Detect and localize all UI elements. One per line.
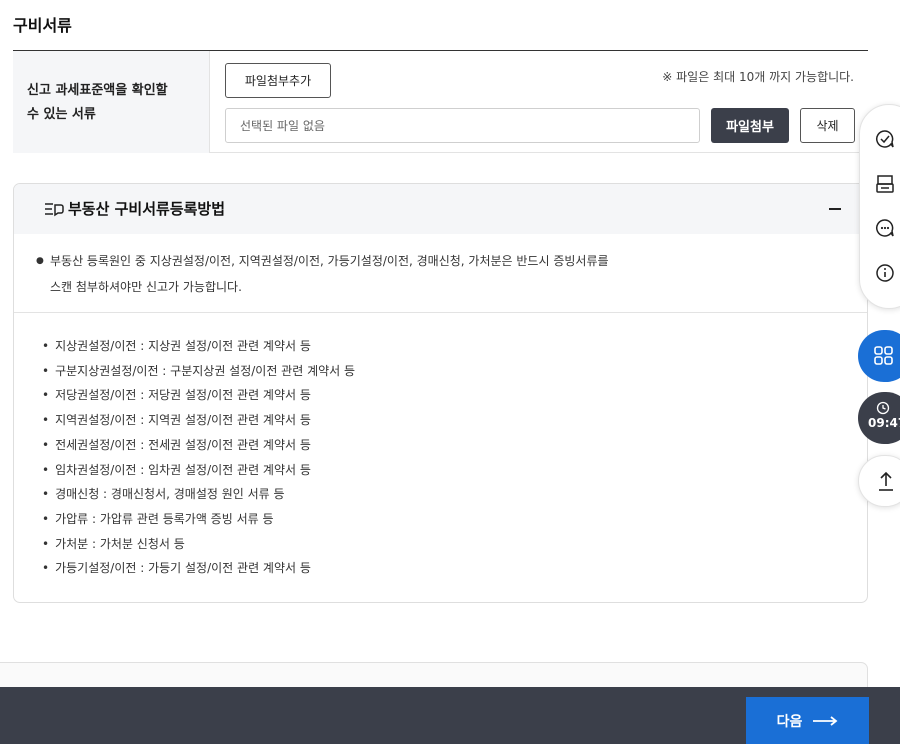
info-icon[interactable] bbox=[874, 262, 896, 284]
bullet-icon: • bbox=[42, 437, 50, 452]
bullet-icon: • bbox=[42, 561, 50, 576]
bullet-icon: • bbox=[42, 536, 50, 551]
bullet-icon: • bbox=[42, 413, 50, 428]
delete-file-button[interactable]: 삭제 bbox=[800, 108, 855, 143]
list-item: • 경매신청 : 경매신청서, 경매설정 원인 서류 등 bbox=[42, 487, 285, 502]
bullet-icon: • bbox=[42, 511, 50, 526]
clock-icon bbox=[876, 401, 890, 415]
guide-title: 부동산 구비서류등록방법 bbox=[68, 200, 226, 218]
chatbot-icon[interactable] bbox=[874, 217, 896, 239]
collapse-icon[interactable] bbox=[829, 208, 841, 210]
list-item: • 지상권설정/이전 : 지상권 설정/이전 관련 계약서 등 bbox=[42, 339, 311, 353]
next-button-label: 다음 bbox=[776, 713, 803, 730]
guide-note-line1: 부동산 등록원인 중 지상권설정/이전, 지역권설정/이전, 가등기설정/이전,… bbox=[50, 254, 609, 268]
list-item: • 구분지상권설정/이전 : 구분지상권 설정/이전 관련 계약서 등 bbox=[42, 363, 356, 378]
bullet-icon: • bbox=[42, 363, 50, 378]
list-item: • 임차권설정/이전 : 임차권 설정/이전 관련 계약서 등 bbox=[42, 462, 311, 477]
bottom-action-bar: 다음 bbox=[0, 687, 900, 744]
attach-file-button[interactable]: 파일첨부 bbox=[711, 108, 789, 143]
next-button[interactable]: 다음 bbox=[746, 697, 869, 744]
file-name-field[interactable]: 선택된 파일 없음 bbox=[225, 108, 700, 143]
attach-label-line1: 신고 과세표준액을 확인할 bbox=[27, 83, 168, 98]
bullet-icon: • bbox=[42, 462, 50, 477]
list-item: • 가등기설정/이전 : 가등기 설정/이전 관련 계약서 등 bbox=[42, 561, 311, 576]
guide-panel: 부동산 구비서류등록방법 ● 부동산 등록원인 중 지상권설정/이전, 지역권설… bbox=[13, 183, 868, 603]
list-item: • 가압류 : 가압류 관련 등록가액 증빙 서류 등 bbox=[42, 511, 274, 526]
attach-row: 신고 과세표준액을 확인할 수 있는 서류 파일첨부추가 ※ 파일은 최대 10… bbox=[13, 51, 868, 153]
print-icon[interactable] bbox=[874, 173, 896, 195]
bullet-icon: • bbox=[42, 339, 50, 353]
attach-label-line2: 수 있는 서류 bbox=[27, 107, 96, 122]
list-item: • 저당권설정/이전 : 저당권 설정/이전 관련 계약서 등 bbox=[42, 388, 311, 403]
guide-divider bbox=[14, 312, 867, 313]
bullet-icon: • bbox=[42, 487, 50, 502]
list-item: • 가처분 : 가처분 신청서 등 bbox=[42, 536, 185, 551]
arrow-up-icon bbox=[879, 471, 893, 491]
list-item: • 지역권설정/이전 : 지역권 설정/이전 관련 계약서 등 bbox=[42, 413, 311, 428]
guide-note: ● 부동산 등록원인 중 지상권설정/이전, 지역권설정/이전, 가등기설정/이… bbox=[36, 248, 736, 300]
section-title: 구비서류 bbox=[13, 16, 72, 35]
add-file-button[interactable]: 파일첨부추가 bbox=[225, 63, 331, 98]
session-timer: 09:47 bbox=[868, 416, 900, 430]
file-limit-notice: ※ 파일은 최대 10개 까지 가능합니다. bbox=[662, 70, 854, 84]
guide-header[interactable]: 부동산 구비서류등록방법 bbox=[14, 184, 867, 234]
list-icon bbox=[45, 203, 64, 217]
quick-menu-panel bbox=[859, 104, 900, 309]
bullet-dot-icon: ● bbox=[36, 256, 44, 266]
list-item: • 전세권설정/이전 : 전세권 설정/이전 관련 계약서 등 bbox=[42, 437, 311, 452]
grid-icon bbox=[874, 346, 893, 365]
attach-label: 신고 과세표준액을 확인할 수 있는 서류 bbox=[13, 51, 209, 153]
chat-check-icon[interactable] bbox=[874, 128, 896, 150]
guide-note-line2: 스캔 첨부하셔야만 신고가 가능합니다. bbox=[50, 280, 242, 294]
arrow-right-icon bbox=[813, 715, 838, 726]
bullet-icon: • bbox=[42, 388, 50, 403]
attach-body: 파일첨부추가 ※ 파일은 최대 10개 까지 가능합니다. 선택된 파일 없음 … bbox=[209, 51, 868, 153]
document-list: • 지상권설정/이전 : 지상권 설정/이전 관련 계약서 등 • 구분지상권설정/… bbox=[42, 334, 355, 581]
